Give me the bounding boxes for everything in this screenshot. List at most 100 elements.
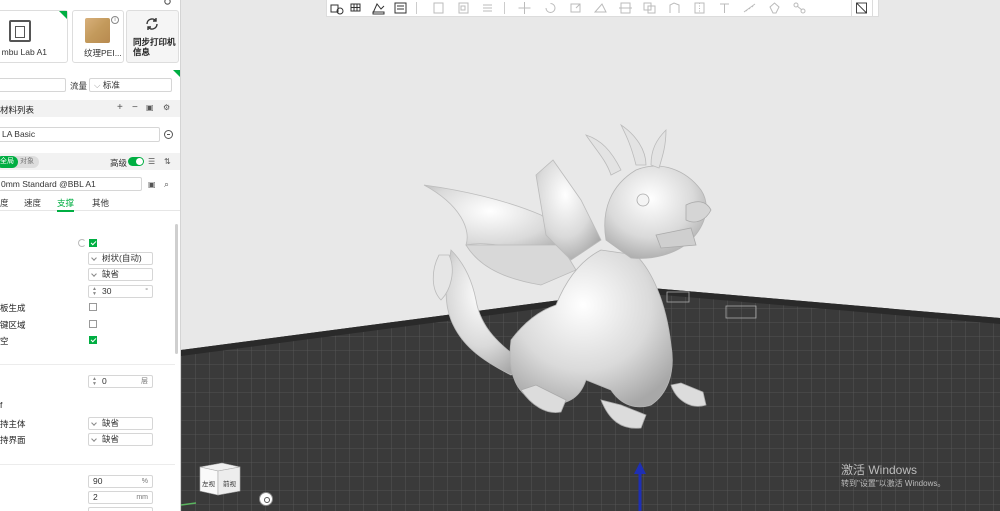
stepper-icon[interactable]: ▲ ▼ xyxy=(92,377,97,387)
divider xyxy=(0,364,175,365)
printer-label: mbu Lab A1 xyxy=(1,47,47,57)
tab-other[interactable]: 其他 xyxy=(92,197,109,209)
flow-label: 流量 xyxy=(70,81,88,91)
scale-icon[interactable] xyxy=(568,1,583,15)
support-interface-value: 缺省 xyxy=(102,434,120,444)
settings-icon[interactable]: ⚙ xyxy=(163,103,170,113)
top-toolbar xyxy=(326,0,879,17)
chevron-down-icon xyxy=(91,255,97,261)
cube-front-face[interactable]: 前视 xyxy=(223,478,236,488)
enable-support-checkbox[interactable] xyxy=(89,239,97,247)
flow-select[interactable]: ⌵ 标准 xyxy=(89,78,172,92)
support-style-value: 缺省 xyxy=(102,269,120,279)
global-object-toggle[interactable]: 全局 对象 xyxy=(0,156,39,168)
toolbar-separator xyxy=(416,2,417,14)
3d-viewport[interactable]: 左视 前视 激活 Windows 转到"设置"以激活 Windows。 xyxy=(181,0,1000,511)
recenter-icon[interactable] xyxy=(259,492,273,506)
build-plate-scene[interactable] xyxy=(181,0,1000,511)
sync-icon xyxy=(146,18,158,30)
windows-activation-watermark: 激活 Windows 转到"设置"以激活 Windows。 xyxy=(841,464,945,490)
filament-select[interactable]: LA Basic xyxy=(0,127,160,142)
add-plate-icon[interactable] xyxy=(349,1,364,15)
flow-row: 流量 ⌵ 标准 xyxy=(0,70,180,96)
support-interface-label: 持界面 xyxy=(0,435,26,445)
support-style-select[interactable]: 缺省 xyxy=(88,268,153,281)
raft-layers-value: 0 xyxy=(102,376,107,386)
auto-orient-icon[interactable] xyxy=(371,1,386,15)
reset-icon[interactable] xyxy=(78,239,86,247)
view-cube[interactable]: 左视 前视 xyxy=(192,459,242,499)
add-object-icon[interactable] xyxy=(329,1,344,15)
save-icon[interactable]: ▣ xyxy=(148,180,156,190)
info-icon[interactable]: i xyxy=(111,16,119,24)
raft-layers-input[interactable]: ▲ ▼ 0 层 xyxy=(88,375,153,388)
lay-on-face-icon[interactable] xyxy=(593,1,608,15)
search-icon[interactable]: ⌕ xyxy=(164,179,169,189)
corner-marker xyxy=(173,70,180,78)
support-body-select[interactable]: 缺省 xyxy=(88,417,153,430)
process-profile-select[interactable]: 0mm Standard @BBL A1 xyxy=(0,177,142,191)
gear-icon[interactable] xyxy=(163,0,172,6)
support-body-label: 持主体 xyxy=(0,419,26,429)
sync-printer-button[interactable]: 同步打印机信息 xyxy=(126,10,179,63)
threshold-value: 30 xyxy=(102,286,112,296)
plate-label: 纹理PEI... xyxy=(84,48,122,58)
key-area-checkbox[interactable] xyxy=(89,320,97,328)
raft-row-label: 板生成 xyxy=(0,303,26,313)
mode-row: 全局 对象 高级 ☰ ⇅ xyxy=(0,153,180,170)
threshold-angle-input[interactable]: ▲ ▼ 30 ° xyxy=(88,285,153,298)
support-type-value: 树状(自动) xyxy=(102,253,142,263)
bracket-label: f xyxy=(0,400,3,410)
cube-left-face[interactable]: 左视 xyxy=(202,478,215,488)
rotate-icon[interactable] xyxy=(543,1,558,15)
measure-icon[interactable] xyxy=(742,1,757,15)
remove-icon[interactable]: − xyxy=(132,103,138,113)
mesh-repair-icon[interactable] xyxy=(767,1,782,15)
filament-list-title: 材料列表 xyxy=(0,105,35,115)
chevron-down-icon xyxy=(91,436,97,442)
seam-paint-icon[interactable] xyxy=(692,1,707,15)
split-objects-icon[interactable] xyxy=(431,1,446,15)
key-area-row-label: 键区域 xyxy=(0,320,26,330)
add-icon[interactable]: + xyxy=(117,103,123,113)
print-icon[interactable]: ▣ xyxy=(146,103,154,113)
support-interface-select[interactable]: 缺省 xyxy=(88,433,153,446)
percent-unit: % xyxy=(141,478,148,485)
view-layout-icon[interactable] xyxy=(851,0,873,17)
percent-value: 90 xyxy=(93,476,103,486)
remove-filament-icon[interactable] xyxy=(164,130,173,139)
tab-speed[interactable]: 速度 xyxy=(24,197,41,209)
list-icon[interactable]: ☰ xyxy=(148,157,155,167)
text-icon[interactable] xyxy=(717,1,732,15)
sidebar-scrollbar[interactable] xyxy=(175,224,178,354)
arrange-icon[interactable] xyxy=(393,1,408,15)
layers-icon[interactable] xyxy=(480,1,495,15)
support-paint-icon[interactable] xyxy=(667,1,682,15)
watermark-line1: 激活 Windows xyxy=(841,463,918,477)
assemble-icon[interactable] xyxy=(792,1,807,15)
move-icon[interactable] xyxy=(517,1,532,15)
next-input[interactable] xyxy=(88,507,153,511)
advanced-switch[interactable] xyxy=(128,157,144,166)
support-type-select[interactable]: 树状(自动) xyxy=(88,252,153,265)
global-option[interactable]: 全局 xyxy=(0,156,18,168)
sidebar: mbu Lab A1 i 纹理PEI... 同步打印机信息 流量 ⌵ 标准 材料… xyxy=(0,0,181,511)
object-option[interactable]: 对象 xyxy=(18,156,36,168)
percent-input[interactable]: 90% xyxy=(88,475,153,488)
tab-quality[interactable]: 度 xyxy=(0,197,9,209)
cut-icon[interactable] xyxy=(618,1,633,15)
mm-input[interactable]: 2 mm xyxy=(88,491,153,504)
printer-card[interactable]: mbu Lab A1 xyxy=(0,10,68,63)
stepper-icon[interactable]: ▲ ▼ xyxy=(92,287,97,297)
chevron-down-icon xyxy=(91,271,97,277)
boolean-icon[interactable] xyxy=(642,1,657,15)
compare-icon[interactable]: ⇅ xyxy=(164,157,171,167)
empty-checkbox[interactable] xyxy=(89,336,97,344)
plate-type-select[interactable] xyxy=(0,78,66,92)
split-parts-icon[interactable] xyxy=(456,1,471,15)
tab-support[interactable]: 支撑 xyxy=(57,197,75,212)
raft-checkbox[interactable] xyxy=(89,303,97,311)
plate-card[interactable]: i 纹理PEI... xyxy=(72,10,124,63)
corner-marker xyxy=(59,11,67,19)
unit-label: 层 xyxy=(141,378,148,385)
